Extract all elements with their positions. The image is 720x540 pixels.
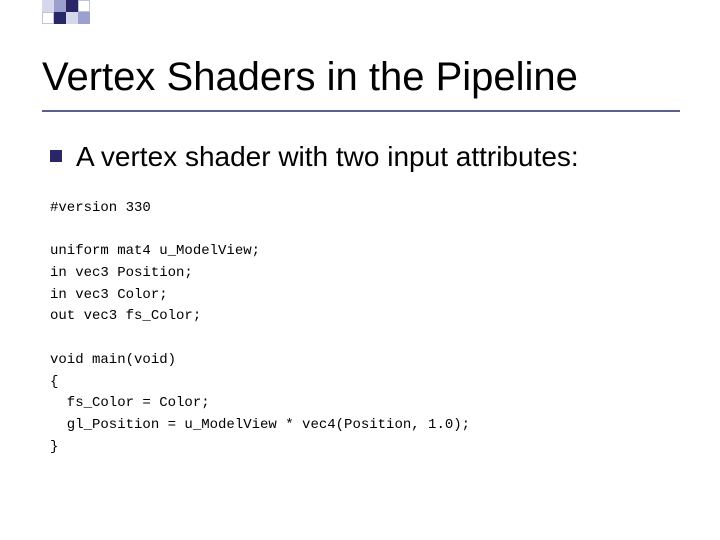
code-line: { [50, 374, 58, 390]
decor-square [66, 12, 78, 24]
code-block: #version 330 uniform mat4 u_ModelView; i… [50, 198, 680, 458]
code-line: fs_Color = Color; [50, 395, 210, 411]
decor-square [78, 0, 90, 12]
decor-square [66, 0, 78, 12]
decor-square [78, 12, 90, 24]
decor-col [66, 0, 78, 24]
decor-col [42, 0, 54, 24]
corner-decoration [42, 0, 90, 24]
bullet-text: A vertex shader with two input attribute… [76, 140, 579, 174]
decor-col [78, 0, 90, 24]
code-line: out vec3 fs_Color; [50, 308, 201, 324]
slide: Vertex Shaders in the Pipeline A vertex … [0, 0, 720, 540]
decor-square [42, 12, 54, 24]
code-line: void main(void) [50, 352, 176, 368]
decor-col [54, 0, 66, 24]
title-underline [42, 110, 680, 112]
code-line: #version 330 [50, 200, 151, 216]
decor-square [54, 12, 66, 24]
slide-title: Vertex Shaders in the Pipeline [42, 55, 680, 100]
code-line: in vec3 Color; [50, 287, 168, 303]
decor-square [42, 0, 54, 12]
decor-square [54, 0, 66, 12]
code-line: } [50, 439, 58, 455]
code-line: gl_Position = u_ModelView * vec4(Positio… [50, 417, 470, 433]
code-line: uniform mat4 u_ModelView; [50, 243, 260, 259]
bullet-square-icon [50, 150, 62, 162]
bullet-item: A vertex shader with two input attribute… [50, 140, 680, 174]
code-line: in vec3 Position; [50, 265, 193, 281]
